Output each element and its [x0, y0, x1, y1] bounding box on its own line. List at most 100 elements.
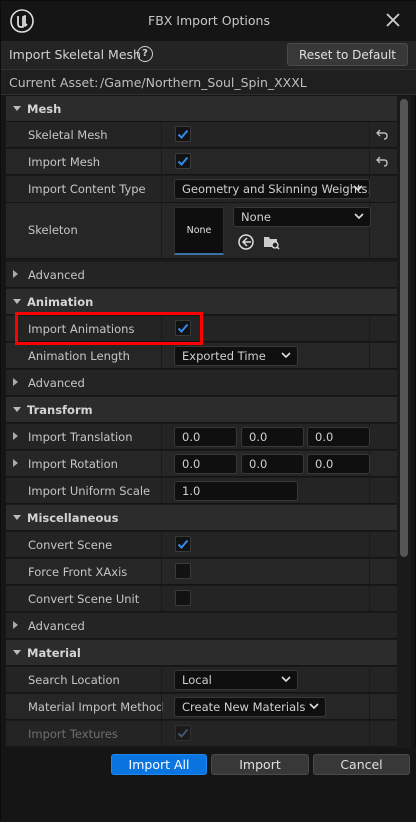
collapse-arrow-icon[interactable] [13, 299, 21, 304]
window-title: FBX Import Options [148, 13, 270, 28]
dropdown-value: Local [182, 673, 212, 687]
property-skeletal-mesh: Skeletal Mesh [6, 122, 397, 148]
category-miscellaneous[interactable]: Miscellaneous [6, 505, 397, 531]
browse-folder-icon[interactable] [262, 233, 280, 251]
advanced-misc-row[interactable]: Advanced [6, 613, 397, 639]
reset-arrow-icon[interactable] [375, 154, 389, 168]
category-animation[interactable]: Animation [6, 289, 397, 315]
import-all-button[interactable]: Import All [111, 754, 207, 775]
expand-arrow-icon[interactable] [13, 459, 18, 467]
property-import-content-type: Import Content Type Geometry and Skinnin… [6, 176, 397, 203]
property-label: Import Mesh [28, 155, 101, 169]
rotation-z-field[interactable]: 0.0 [307, 454, 370, 474]
property-animation-length: Animation Length Exported Time [6, 343, 397, 369]
options-header: Import Skeletal Mesh ? Reset to Default [1, 41, 416, 69]
chevron-down-icon [354, 213, 364, 220]
property-import-textures: Import Textures [6, 721, 397, 747]
force-front-xaxis-checkbox[interactable] [175, 563, 191, 579]
material-import-method-dropdown[interactable]: Create New Materials [174, 697, 326, 717]
advanced-label: Advanced [28, 619, 85, 633]
advanced-mesh-row[interactable]: Advanced [6, 262, 397, 288]
property-label: Skeleton [28, 223, 78, 237]
details-panel: Mesh Skeletal Mesh Import Mesh Import Co… [6, 96, 397, 748]
translation-z-field[interactable]: 0.0 [307, 427, 370, 447]
property-import-mesh: Import Mesh [6, 149, 397, 175]
import-animations-checkbox[interactable] [175, 320, 191, 336]
uniform-scale-field[interactable]: 1.0 [174, 481, 298, 501]
property-label: Import Rotation [28, 457, 118, 471]
chevron-down-icon [281, 352, 291, 359]
reset-arrow-icon[interactable] [375, 127, 389, 141]
property-skeleton: Skeleton None None [6, 203, 397, 259]
property-label: Material Import Method [28, 700, 164, 714]
category-mesh[interactable]: Mesh [6, 96, 397, 122]
title-bar: FBX Import Options [1, 1, 416, 41]
expand-arrow-icon[interactable] [13, 270, 18, 278]
convert-scene-checkbox[interactable] [175, 536, 191, 552]
property-import-translation: Import Translation 0.0 0.0 0.0 [6, 424, 397, 450]
convert-scene-unit-checkbox[interactable] [175, 590, 191, 606]
category-label: Animation [27, 295, 94, 309]
search-location-dropdown[interactable]: Local [174, 670, 298, 690]
property-label: Import Animations [28, 322, 135, 336]
import-mesh-checkbox[interactable] [175, 153, 191, 169]
property-label: Convert Scene Unit [28, 592, 140, 606]
property-label: Import Content Type [28, 182, 146, 196]
property-label: Search Location [28, 673, 120, 687]
property-label: Force Front XAxis [28, 565, 128, 579]
rotation-y-field[interactable]: 0.0 [241, 454, 304, 474]
category-transform[interactable]: Transform [6, 397, 397, 423]
close-icon[interactable] [383, 10, 403, 30]
scrollbar-thumb[interactable] [400, 99, 408, 557]
category-material[interactable]: Material [6, 640, 397, 666]
import-button[interactable]: Import [211, 754, 309, 775]
dropdown-value: Geometry and Skinning Weights. [182, 182, 370, 196]
property-label: Convert Scene [28, 538, 113, 552]
collapse-arrow-icon[interactable] [13, 515, 21, 520]
skeletal-mesh-checkbox[interactable] [175, 126, 191, 142]
property-convert-scene-unit: Convert Scene Unit [6, 586, 397, 612]
expand-arrow-icon[interactable] [13, 378, 18, 386]
help-icon[interactable]: ? [137, 46, 153, 62]
property-label: Import Translation [28, 430, 133, 444]
chevron-down-icon [281, 676, 291, 683]
collapse-arrow-icon[interactable] [13, 106, 21, 111]
property-label: Import Uniform Scale [28, 484, 151, 498]
skeleton-asset-dropdown[interactable]: None [233, 207, 371, 227]
property-import-uniform-scale: Import Uniform Scale 1.0 [6, 478, 397, 504]
expand-arrow-icon[interactable] [13, 621, 18, 629]
current-asset-row: Current Asset: /Game/Northern_Soul_Spin_… [1, 69, 416, 95]
rotation-x-field[interactable]: 0.0 [174, 454, 237, 474]
translation-x-field[interactable]: 0.0 [174, 427, 237, 447]
translation-y-field[interactable]: 0.0 [241, 427, 304, 447]
import-textures-checkbox [175, 725, 191, 741]
property-force-front-xaxis: Force Front XAxis [6, 559, 397, 585]
dropdown-value: Exported Time [182, 349, 266, 363]
dropdown-value: Create New Materials [182, 700, 306, 714]
current-asset-path: /Game/Northern_Soul_Spin_XXXL [100, 75, 307, 90]
property-import-rotation: Import Rotation 0.0 0.0 0.0 [6, 451, 397, 477]
import-content-type-dropdown[interactable]: Geometry and Skinning Weights. [174, 179, 370, 199]
property-search-location: Search Location Local [6, 667, 397, 693]
property-label: Skeletal Mesh [28, 128, 108, 142]
skeleton-thumbnail[interactable]: None [174, 207, 224, 255]
advanced-animation-row[interactable]: Advanced [6, 370, 397, 396]
category-label: Material [27, 646, 81, 660]
chevron-down-icon [309, 703, 319, 710]
category-label: Miscellaneous [27, 511, 119, 525]
reset-to-default-button[interactable]: Reset to Default [287, 43, 408, 66]
current-asset-label: Current Asset: [9, 75, 99, 90]
header-title: Import Skeletal Mesh [9, 47, 141, 62]
use-selected-asset-icon[interactable] [237, 233, 255, 251]
dialog-footer: Import All Import Cancel [1, 748, 416, 822]
chevron-down-icon [353, 185, 363, 192]
property-convert-scene: Convert Scene [6, 532, 397, 558]
fbx-import-window: FBX Import Options Import Skeletal Mesh … [0, 0, 416, 822]
property-label: Import Textures [28, 727, 118, 741]
dropdown-value: None [241, 210, 272, 224]
animation-length-dropdown[interactable]: Exported Time [174, 346, 298, 366]
collapse-arrow-icon[interactable] [13, 407, 21, 412]
collapse-arrow-icon[interactable] [13, 650, 21, 655]
expand-arrow-icon[interactable] [13, 432, 18, 440]
cancel-button[interactable]: Cancel [313, 754, 410, 775]
